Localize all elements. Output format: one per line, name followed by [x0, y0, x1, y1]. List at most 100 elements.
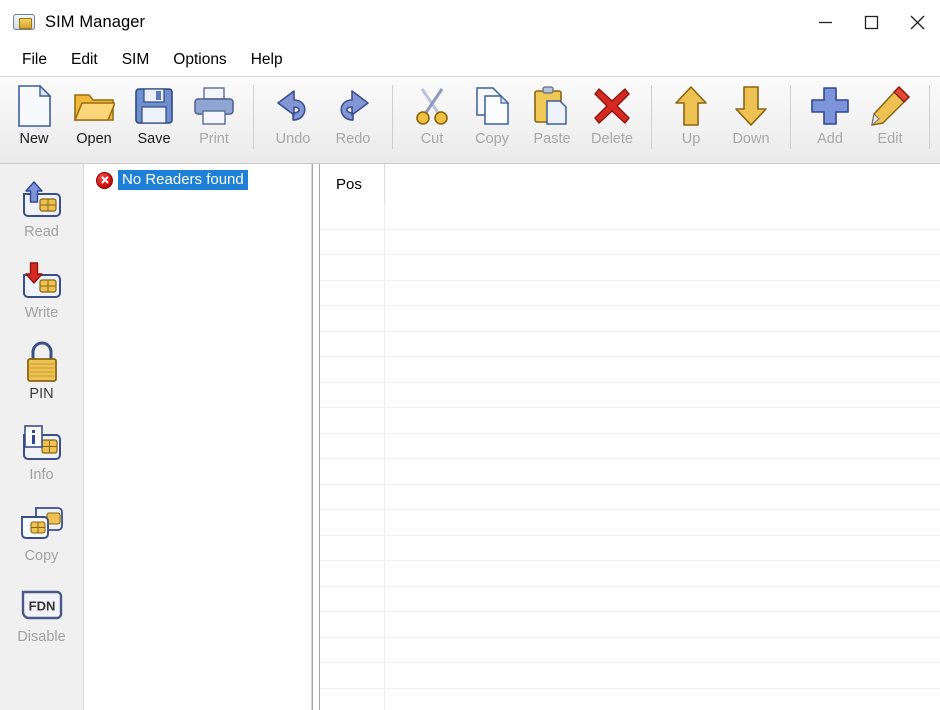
reader-tree-panel[interactable]: No Readers found: [84, 164, 312, 710]
grid-body[interactable]: [320, 204, 940, 710]
grid-row[interactable]: [320, 587, 940, 612]
sim-manager-window: SIM Manager File Edit SIM Options Help N…: [0, 0, 940, 710]
toolbar-label-paste: Paste: [533, 131, 571, 147]
minimize-icon[interactable]: [802, 0, 848, 44]
grid-header-row: Pos: [320, 164, 940, 204]
toolbar-button-print[interactable]: Print: [184, 77, 244, 161]
sim-copy-icon: [19, 502, 65, 546]
grid-row[interactable]: [320, 689, 940, 710]
clipboard-icon: [530, 84, 574, 128]
error-x-icon: [96, 171, 113, 189]
tree-node-no-readers[interactable]: No Readers found: [90, 170, 311, 190]
grid-row[interactable]: [320, 638, 940, 663]
toolbar-button-add[interactable]: Add: [800, 77, 860, 161]
sidebar-label-info: Info: [29, 467, 54, 483]
toolbar-label-up: Up: [681, 131, 701, 147]
menu-item-help[interactable]: Help: [239, 49, 295, 71]
toolbar-button-undo[interactable]: Undo: [263, 77, 323, 161]
toolbar-label-new: New: [19, 131, 49, 147]
grid-row[interactable]: [320, 434, 940, 459]
grid-column-header-pos[interactable]: Pos: [320, 164, 362, 193]
toolbar-label-add: Add: [817, 131, 843, 147]
floppy-disk-icon: [132, 84, 176, 128]
sidebar-item-write[interactable]: Write: [0, 253, 84, 334]
toolbar-button-cut[interactable]: Cut: [402, 77, 462, 161]
blue-plus-icon: [808, 84, 852, 128]
toolbar-button-copy[interactable]: Copy: [462, 77, 522, 161]
menu-item-options[interactable]: Options: [161, 49, 238, 71]
grid-row[interactable]: [320, 281, 940, 306]
grid-row[interactable]: [320, 561, 940, 587]
main-body: Read Write PIN Info Copy FDN Disable No …: [0, 164, 940, 710]
maximize-icon[interactable]: [848, 0, 894, 44]
grid-row[interactable]: [320, 612, 940, 638]
grid-row[interactable]: [320, 332, 940, 357]
sim-write-icon: [19, 259, 65, 303]
sidebar-item-info[interactable]: Info: [0, 415, 84, 496]
window-controls: [802, 0, 940, 44]
toolbar-separator: [392, 85, 393, 149]
toolbar-separator: [651, 85, 652, 149]
grid-row[interactable]: [320, 408, 940, 434]
sim-read-icon: [19, 178, 65, 222]
toolbar-label-print: Print: [199, 131, 229, 147]
toolbar-label-open: Open: [76, 131, 112, 147]
toolbar-separator: [790, 85, 791, 149]
toolbar-button-redo[interactable]: Redo: [323, 77, 383, 161]
arrow-down-icon: [729, 84, 773, 128]
sidebar-item-disable[interactable]: FDN Disable: [0, 577, 84, 658]
toolbar-button-up[interactable]: Up: [661, 77, 721, 161]
grid-row[interactable]: [320, 306, 940, 332]
grid-header-separator[interactable]: [384, 164, 385, 204]
toolbar-button-edit[interactable]: Edit: [860, 77, 920, 161]
sidebar-item-copy[interactable]: Copy: [0, 496, 84, 577]
grid-row[interactable]: [320, 357, 940, 383]
printer-icon: [192, 84, 236, 128]
toolbar-label-copy: Copy: [475, 131, 509, 147]
toolbar-button-paste[interactable]: Paste: [522, 77, 582, 161]
title-bar: SIM Manager: [0, 0, 940, 44]
toolbar-label-down: Down: [732, 131, 770, 147]
sidebar-label-read: Read: [24, 224, 59, 240]
tree-node-label: No Readers found: [118, 170, 248, 190]
grid-row[interactable]: [320, 459, 940, 485]
menu-item-file[interactable]: File: [10, 49, 59, 71]
grid-row[interactable]: [320, 204, 940, 230]
toolbar-button-save[interactable]: Save: [124, 77, 184, 161]
sidebar-label-copy: Copy: [24, 548, 59, 564]
sidebar-label-write: Write: [24, 305, 59, 321]
grid-row[interactable]: [320, 383, 940, 408]
fdn-icon: FDN: [19, 583, 65, 627]
window-title: SIM Manager: [45, 12, 146, 31]
toolbar-button-open[interactable]: Open: [64, 77, 124, 161]
close-icon[interactable]: [894, 0, 940, 44]
toolbar-label-edit: Edit: [877, 131, 903, 147]
grid-row[interactable]: [320, 510, 940, 536]
main-toolbar: New Open Save Print Undo Redo Cut Copy P…: [0, 76, 940, 164]
sidebar-label-pin: PIN: [29, 386, 54, 402]
grid-row[interactable]: [320, 255, 940, 281]
sim-info-icon: [19, 421, 65, 465]
panel-splitter[interactable]: [312, 164, 320, 710]
toolbar-label-cut: Cut: [420, 131, 444, 147]
grid-row[interactable]: [320, 230, 940, 255]
sidebar-item-read[interactable]: Read: [0, 172, 84, 253]
menu-item-edit[interactable]: Edit: [59, 49, 110, 71]
red-x-icon: [590, 84, 634, 128]
toolbar-separator: [929, 85, 930, 149]
undo-arrow-icon: [271, 84, 315, 128]
toolbar-button-delete[interactable]: Delete: [582, 77, 642, 161]
grid-row[interactable]: [320, 663, 940, 689]
scissors-icon: [410, 84, 454, 128]
grid-row[interactable]: [320, 485, 940, 510]
copy-pages-icon: [470, 84, 514, 128]
grid-row[interactable]: [320, 536, 940, 561]
sidebar-item-pin[interactable]: PIN: [0, 334, 84, 415]
toolbar-button-new[interactable]: New: [4, 77, 64, 161]
toolbar-label-undo: Undo: [275, 131, 311, 147]
redo-arrow-icon: [331, 84, 375, 128]
toolbar-label-redo: Redo: [335, 131, 371, 147]
toolbar-button-down[interactable]: Down: [721, 77, 781, 161]
toolbar-label-save: Save: [137, 131, 171, 147]
menu-item-sim[interactable]: SIM: [110, 49, 162, 71]
